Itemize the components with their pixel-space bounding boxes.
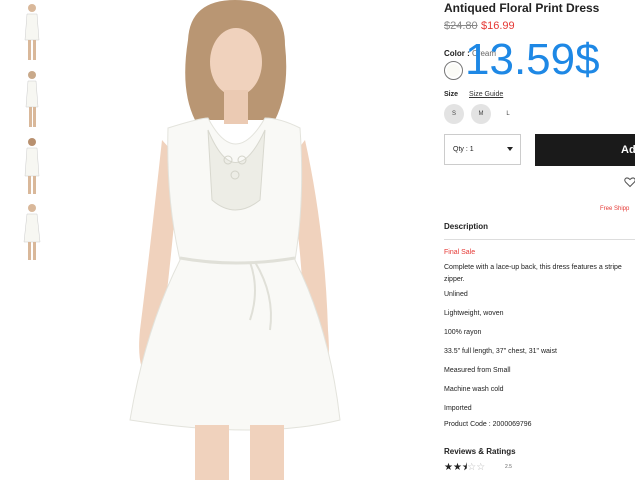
product-code: Product Code : 2000069796 bbox=[444, 421, 532, 428]
size-option-s[interactable]: S bbox=[444, 104, 464, 124]
description-text: Complete with a lace-up back, this dress… bbox=[444, 262, 635, 286]
size-guide-link[interactable]: Size Guide bbox=[469, 91, 503, 98]
detail-item: Imported bbox=[444, 405, 472, 412]
thumbnail-back[interactable] bbox=[18, 134, 46, 196]
description-heading: Description bbox=[444, 222, 489, 231]
thumbnail-front[interactable] bbox=[18, 0, 46, 62]
reviews-heading: Reviews & Ratings bbox=[444, 447, 516, 456]
quantity-select[interactable]: Qty : 1 bbox=[444, 134, 521, 165]
star-empty-icon: ☆ bbox=[467, 462, 477, 473]
thumbnail-detail[interactable] bbox=[18, 200, 46, 262]
original-price: $24.80 bbox=[444, 20, 478, 32]
main-product-image[interactable] bbox=[100, 0, 400, 480]
add-to-bag-button[interactable]: Add bbox=[535, 134, 635, 166]
detail-item: 100% rayon bbox=[444, 329, 482, 336]
final-sale-label: Final Sale bbox=[444, 249, 476, 256]
quantity-value: Qty : 1 bbox=[453, 146, 474, 153]
detail-item: Machine wash cold bbox=[444, 386, 504, 393]
thumbnail-side[interactable] bbox=[18, 67, 46, 129]
product-title: Antiqued Floral Print Dress bbox=[444, 1, 600, 15]
overlay-price-annotation: 13.59$ bbox=[465, 35, 600, 84]
free-shipping-link[interactable]: Free Shipp bbox=[600, 206, 629, 212]
detail-item: Measured from Small bbox=[444, 367, 511, 374]
rating-value: 2.5 bbox=[505, 464, 512, 470]
star-filled-icon: ★ bbox=[444, 462, 453, 473]
sale-price: $16.99 bbox=[481, 20, 515, 32]
wishlist-heart-icon[interactable] bbox=[624, 175, 635, 188]
chevron-down-icon bbox=[507, 147, 513, 151]
star-rating: ★★⯨☆☆ bbox=[444, 460, 485, 477]
color-swatch-cream[interactable] bbox=[444, 61, 463, 80]
detail-item: Unlined bbox=[444, 291, 468, 298]
description-line-1: Complete with a lace-up back, this dress… bbox=[444, 264, 622, 271]
size-option-m[interactable]: M bbox=[471, 104, 491, 124]
description-line-2: zipper. bbox=[444, 276, 465, 283]
size-option-l[interactable]: L bbox=[498, 104, 518, 124]
detail-item: Lightweight, woven bbox=[444, 310, 504, 317]
detail-item: 33.5" full length, 37" chest, 31" waist bbox=[444, 348, 557, 355]
star-empty-icon: ☆ bbox=[476, 462, 486, 473]
star-filled-icon: ★ bbox=[452, 462, 462, 473]
size-label: Size bbox=[444, 91, 459, 98]
description-divider bbox=[444, 239, 635, 240]
